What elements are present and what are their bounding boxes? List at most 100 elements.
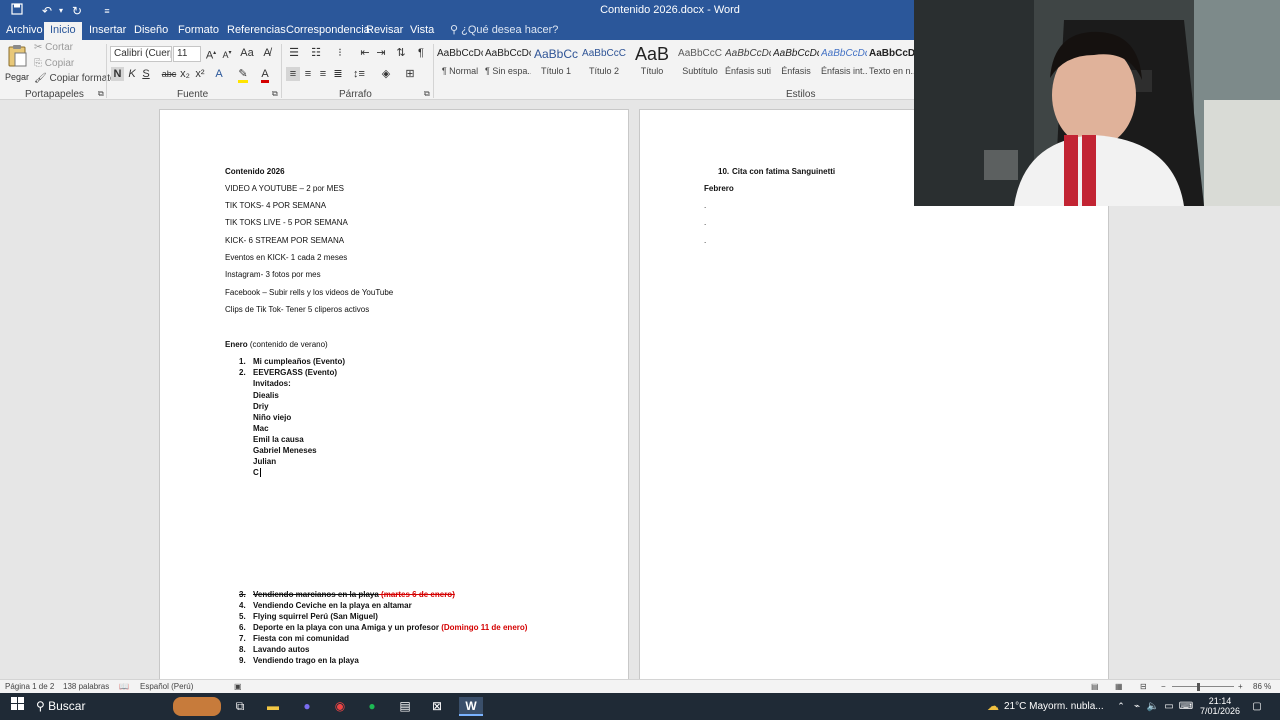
- tray-expand-icon[interactable]: ⌃: [1114, 697, 1128, 716]
- style-strong[interactable]: AaBbCcDcTexto en n...: [869, 42, 915, 82]
- word-app-icon[interactable]: W: [459, 697, 483, 716]
- windows-start-icon[interactable]: [8, 697, 26, 716]
- task-view-icon[interactable]: ⧉: [230, 697, 250, 716]
- borders-icon[interactable]: ⊞: [402, 67, 418, 81]
- print-layout-icon[interactable]: ▦: [1115, 682, 1123, 691]
- superscript-button[interactable]: x²: [193, 67, 207, 81]
- redo-icon[interactable]: ↻: [68, 3, 86, 19]
- customize-icon[interactable]: ≡: [98, 3, 116, 19]
- increase-indent-icon[interactable]: ⇥: [374, 46, 388, 60]
- clear-format-icon[interactable]: A̸: [260, 46, 274, 60]
- align-right-icon[interactable]: ≡: [316, 67, 330, 81]
- taskbar: ⚲ Buscar ⧉ ▬ ● ◉ ● ▤ ⊠ W ☁ 21°C Mayorm. …: [0, 693, 1280, 720]
- guest-name: Gabriel Meneses: [253, 446, 317, 455]
- save-icon[interactable]: [8, 3, 26, 19]
- keyboard-icon[interactable]: ⌨: [1178, 697, 1194, 716]
- line-spacing-icon[interactable]: ↕≡: [350, 67, 368, 81]
- notifications-icon[interactable]: ▢: [1248, 697, 1266, 716]
- style-subtitle[interactable]: AaBbCcC Subtítulo: [677, 42, 723, 82]
- group-launcher-icon[interactable]: ⧉: [424, 89, 430, 99]
- webcam-image: [914, 0, 1280, 206]
- zoom-out-icon[interactable]: −: [1161, 682, 1166, 691]
- sort-icon[interactable]: ⇅: [394, 46, 408, 60]
- style-normal[interactable]: AaBbCcDc ¶ Normal: [437, 42, 483, 82]
- grow-font-icon[interactable]: A▴: [204, 46, 218, 63]
- content-line: VIDEO A YOUTUBE – 2 por MES: [225, 184, 345, 193]
- tab-formato[interactable]: Formato: [172, 22, 225, 40]
- style-subtle-emphasis[interactable]: AaBbCcDc Énfasis sutil: [725, 42, 771, 82]
- read-mode-icon[interactable]: ▤: [1091, 682, 1099, 691]
- bold-button[interactable]: N: [111, 67, 124, 81]
- decrease-indent-icon[interactable]: ⇤: [358, 46, 372, 60]
- justify-icon[interactable]: ≣: [331, 67, 345, 81]
- font-color-icon[interactable]: A: [258, 67, 272, 83]
- style-title[interactable]: AaB Título: [629, 42, 675, 82]
- strikethrough-button[interactable]: abc: [160, 67, 178, 81]
- style-heading-2[interactable]: AaBbCcC Título 2: [581, 42, 627, 82]
- font-group-label: Fuente: [177, 89, 209, 100]
- page-1[interactable]: Contenido 2026 VIDEO A YOUTUBE – 2 por M…: [159, 109, 629, 679]
- bullets-icon[interactable]: ☰: [286, 46, 302, 60]
- file-explorer-icon[interactable]: ▬: [262, 697, 284, 716]
- zoom-slider-thumb[interactable]: [1197, 683, 1201, 691]
- search-highlight-icon[interactable]: [173, 697, 221, 716]
- underline-button[interactable]: S: [140, 67, 152, 81]
- battery-icon[interactable]: ▭: [1162, 697, 1176, 716]
- notepad-icon[interactable]: ▤: [394, 697, 416, 716]
- tell-me-search[interactable]: ⚲ ¿Qué desea hacer?: [444, 22, 564, 40]
- italic-button[interactable]: K: [126, 67, 138, 81]
- taskbar-search[interactable]: ⚲ Buscar: [36, 697, 171, 716]
- proofing-icon[interactable]: 📖: [119, 682, 129, 691]
- format-painter-button[interactable]: 🖌 Copiar formato: [34, 73, 116, 84]
- web-layout-icon[interactable]: ⊟: [1140, 682, 1147, 691]
- shading-icon[interactable]: ◈: [378, 67, 394, 81]
- highlight-icon[interactable]: ✎: [236, 67, 250, 83]
- weather-icon[interactable]: ☁: [982, 697, 1004, 716]
- align-center-icon[interactable]: ≡: [301, 67, 315, 81]
- copy-button[interactable]: ⎘ Copiar: [34, 58, 74, 69]
- cut-button[interactable]: ✂ Cortar: [34, 42, 73, 53]
- multilevel-list-icon[interactable]: ⁝: [332, 46, 348, 60]
- capcut-icon[interactable]: ⊠: [426, 697, 448, 716]
- content-line: TIK TOKS LIVE - 5 POR SEMANA: [225, 218, 348, 227]
- guest-name: Niño viejo: [253, 413, 292, 422]
- group-launcher-icon[interactable]: ⧉: [98, 89, 104, 99]
- show-marks-icon[interactable]: ¶: [414, 46, 428, 60]
- macro-icon[interactable]: ▣: [234, 682, 242, 691]
- numbering-icon[interactable]: ☷: [308, 46, 324, 60]
- date: 7/01/2026: [1199, 706, 1241, 716]
- paste-button[interactable]: Pegar: [4, 44, 30, 86]
- word-count[interactable]: 138 palabras: [63, 682, 109, 691]
- tab-revisar[interactable]: Revisar: [360, 22, 409, 40]
- style-emphasis[interactable]: AaBbCcDc Énfasis: [773, 42, 819, 82]
- font-name-select[interactable]: Calibri (Cuerpo: [110, 46, 172, 62]
- change-case-icon[interactable]: Aa: [238, 46, 256, 60]
- shrink-font-icon[interactable]: A▾: [220, 46, 234, 62]
- style-intense-emphasis[interactable]: AaBbCcDc Énfasis int...: [821, 42, 867, 82]
- subscript-button[interactable]: x₂: [178, 67, 192, 81]
- zoom-in-icon[interactable]: +: [1238, 682, 1243, 691]
- app-icon[interactable]: ◉: [329, 697, 351, 716]
- style-heading-1[interactable]: AaBbCc Título 1: [533, 42, 579, 82]
- volume-icon[interactable]: 🔈: [1146, 697, 1160, 716]
- text-effects-icon[interactable]: A: [212, 67, 226, 81]
- list-item: 1. Mi cumpleaños (Evento): [239, 357, 346, 366]
- spotify-icon[interactable]: ●: [361, 697, 383, 716]
- weather-text[interactable]: 21°C Mayorm. nubla...: [1004, 697, 1112, 716]
- zoom-slider-track[interactable]: [1172, 686, 1234, 687]
- language[interactable]: Español (Perú): [140, 682, 193, 691]
- page-count[interactable]: Página 1 de 2: [5, 682, 54, 691]
- style-no-spacing[interactable]: AaBbCcDc ¶ Sin espa...: [485, 42, 531, 82]
- discord-icon[interactable]: ●: [296, 697, 318, 716]
- group-launcher-icon[interactable]: ⧉: [272, 89, 278, 99]
- tab-diseno[interactable]: Diseño: [128, 22, 174, 40]
- tab-archivo[interactable]: Archivo: [0, 22, 49, 40]
- tab-vista[interactable]: Vista: [404, 22, 440, 40]
- tab-insertar[interactable]: Insertar: [83, 22, 132, 40]
- tab-inicio[interactable]: Inicio: [44, 22, 82, 40]
- zoom-level[interactable]: 86 %: [1253, 682, 1271, 691]
- align-left-icon[interactable]: ≡: [286, 67, 300, 81]
- network-icon[interactable]: ⌁: [1130, 697, 1144, 716]
- font-size-select[interactable]: 11: [173, 46, 201, 62]
- clock[interactable]: 21:14 7/01/2026: [1198, 696, 1242, 716]
